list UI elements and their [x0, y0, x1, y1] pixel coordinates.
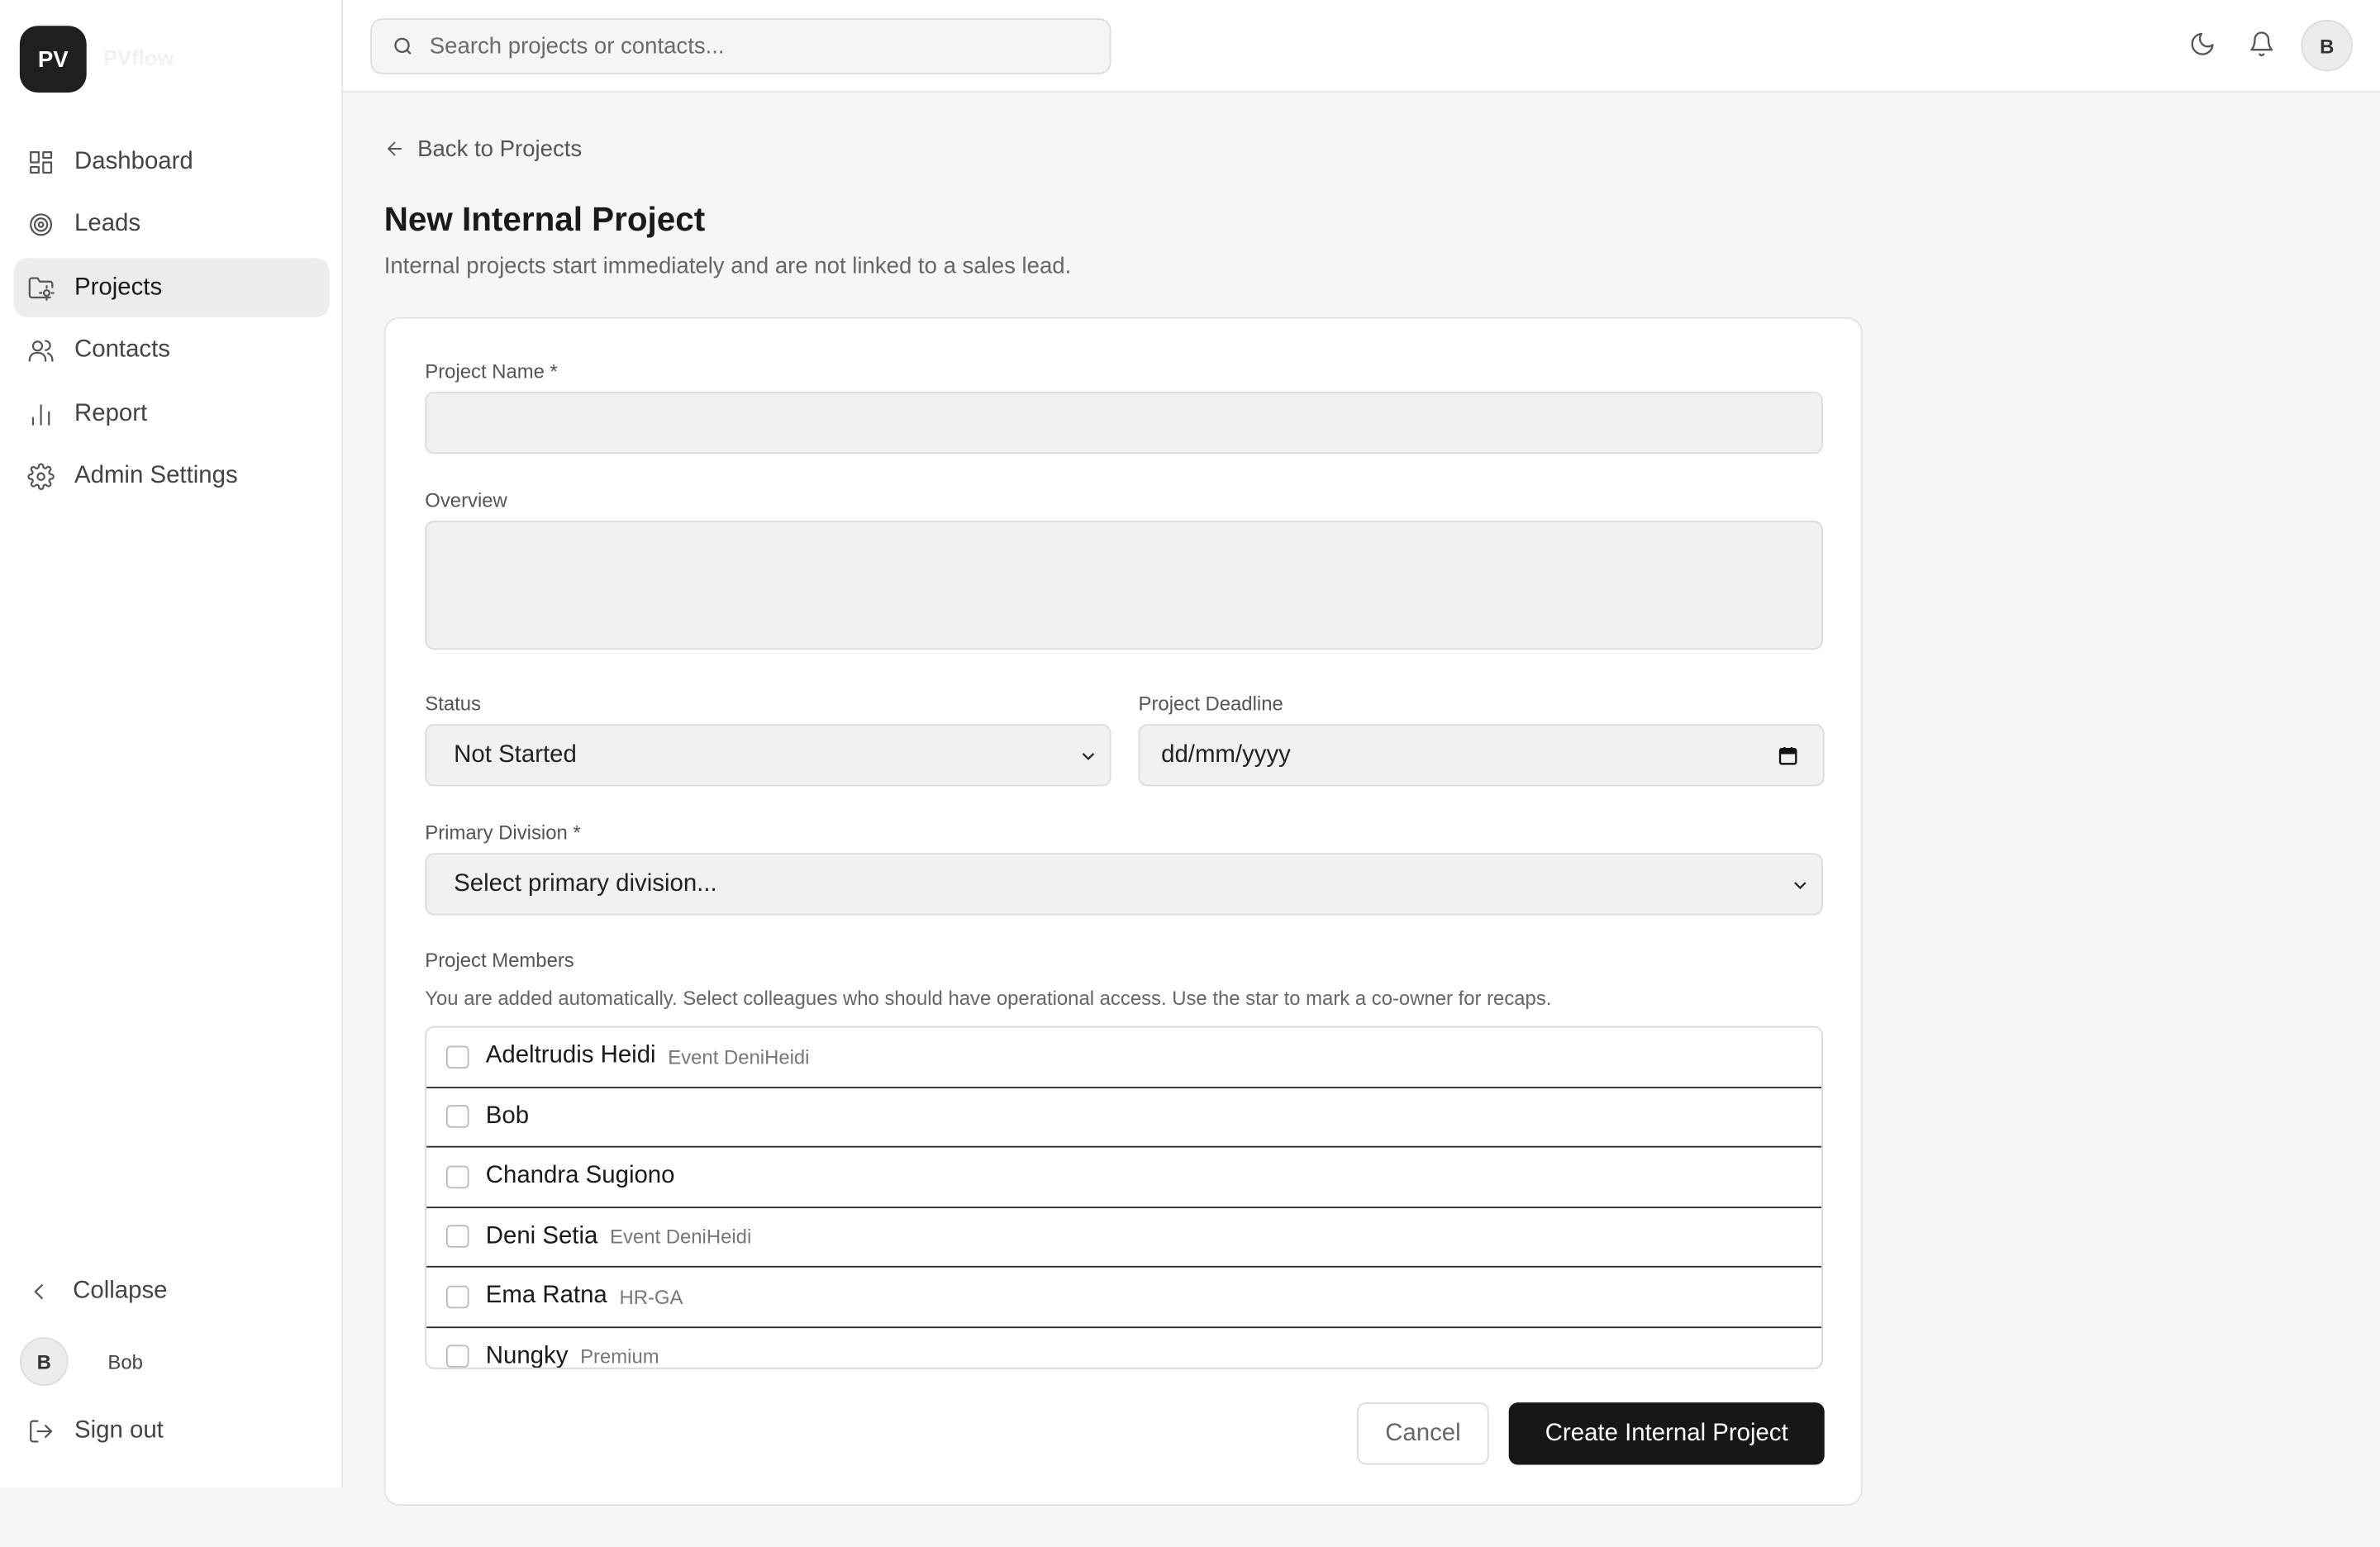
cancel-button[interactable]: Cancel	[1357, 1402, 1489, 1465]
back-to-projects-link[interactable]: Back to Projects	[384, 132, 582, 165]
sidebar-item-label: Leads	[74, 211, 141, 237]
users-icon	[28, 340, 54, 362]
member-row[interactable]: Ema Ratna HR-GA	[426, 1268, 1822, 1328]
member-division: HR-GA	[619, 1285, 683, 1308]
sidebar-nav: Dashboard Leads Projects Contacts Report…	[13, 132, 330, 510]
back-label: Back to Projects	[417, 136, 583, 162]
status-select[interactable]: Not Started	[425, 724, 1111, 787]
member-division: Premium	[580, 1345, 659, 1368]
member-checkbox[interactable]	[446, 1045, 469, 1069]
member-name: Adeltrudis Heidi	[485, 1043, 656, 1069]
status-label: Status	[425, 692, 481, 716]
member-name: Deni Setia	[485, 1222, 598, 1250]
bar-chart-icon	[31, 403, 50, 426]
member-row[interactable]: Adeltrudis Heidi Event DeniHeidi	[426, 1027, 1822, 1088]
sidebar-item-dashboard[interactable]: Dashboard	[14, 132, 330, 192]
sidebar-item-label: Contacts	[74, 336, 170, 363]
app-logo[interactable]: PV	[19, 26, 87, 93]
deadline-date-input[interactable]: dd/mm/yyyy	[1138, 724, 1825, 787]
dashboard-icon	[30, 150, 53, 174]
sign-out-button[interactable]: Sign out	[14, 1402, 344, 1460]
member-division: Event DeniHeidi	[668, 1045, 810, 1069]
member-checkbox[interactable]	[446, 1165, 469, 1188]
sign-out-label: Sign out	[74, 1417, 164, 1444]
arrow-left-icon	[388, 141, 402, 156]
sidebar-item-label: Admin Settings	[74, 463, 238, 489]
member-row[interactable]: Deni Setia Event DeniHeidi	[426, 1207, 1822, 1268]
page-title: New Internal Project	[383, 200, 706, 239]
target-icon	[30, 213, 53, 236]
user-avatar-button[interactable]: B	[2301, 19, 2353, 72]
deadline-label: Project Deadline	[1138, 692, 1283, 716]
member-name: Ema Ratna	[485, 1283, 607, 1309]
project-name-input[interactable]	[425, 391, 1823, 455]
members-label: Project Members	[425, 948, 574, 972]
log-out-icon	[30, 1420, 53, 1443]
page-subtitle: Internal projects start immediately and …	[383, 253, 1072, 279]
search-input[interactable]	[426, 31, 1110, 61]
chevron-down-icon	[1082, 752, 1095, 760]
member-checkbox[interactable]	[446, 1285, 469, 1308]
members-list[interactable]: Adeltrudis Heidi Event DeniHeidi Bob Cha…	[425, 1026, 1823, 1369]
member-row[interactable]: Chandra Sugiono	[426, 1148, 1822, 1208]
division-selected-value: Select primary division...	[454, 870, 717, 897]
member-checkbox[interactable]	[446, 1105, 469, 1129]
sidebar-item-label: Dashboard	[74, 148, 193, 174]
avatar: B	[19, 1337, 69, 1386]
sidebar-item-label: Projects	[74, 274, 163, 300]
overview-textarea[interactable]	[425, 521, 1823, 650]
user-name: Bob	[107, 1349, 143, 1373]
member-division: Event DeniHeidi	[610, 1225, 752, 1249]
sidebar-item-label: Report	[74, 399, 148, 426]
member-row[interactable]: Nungky Premium	[426, 1327, 1821, 1369]
member-name: Chandra Sugiono	[485, 1163, 675, 1189]
chevron-down-icon	[1794, 881, 1806, 889]
create-internal-project-button[interactable]: Create Internal Project	[1508, 1402, 1825, 1465]
collapse-button[interactable]: Collapse	[14, 1263, 344, 1321]
project-name-label: Project Name *	[425, 359, 558, 383]
member-checkbox[interactable]	[446, 1345, 469, 1368]
primary-division-select[interactable]: Select primary division...	[425, 853, 1823, 916]
search-icon	[394, 37, 412, 55]
moon-icon[interactable]	[2189, 31, 2216, 58]
sidebar-item-report[interactable]: Report	[14, 384, 330, 444]
sidebar: PV PVflow Dashboard Leads Projects Conta…	[0, 0, 344, 1488]
overview-label: Overview	[425, 488, 507, 512]
sidebar-item-leads[interactable]: Leads	[14, 195, 330, 255]
chevron-left-icon	[34, 1283, 44, 1300]
bell-icon[interactable]	[2248, 31, 2275, 58]
member-name: Nungky	[485, 1343, 569, 1369]
deadline-placeholder: dd/mm/yyyy	[1161, 741, 1291, 768]
top-bar: B	[343, 0, 2380, 93]
collapse-label: Collapse	[73, 1278, 168, 1304]
member-row[interactable]: Bob	[426, 1088, 1822, 1148]
folder-icon	[28, 276, 55, 300]
member-checkbox[interactable]	[446, 1225, 469, 1249]
sidebar-item-contacts[interactable]: Contacts	[14, 321, 330, 380]
sidebar-item-projects[interactable]: Projects	[13, 258, 330, 317]
new-project-form: Project Name * Overview Status Not Start…	[383, 317, 1863, 1507]
search-box[interactable]	[370, 18, 1111, 74]
division-label: Primary Division *	[425, 821, 581, 845]
status-selected-value: Not Started	[454, 741, 577, 768]
member-name: Bob	[485, 1102, 530, 1130]
calendar-icon[interactable]	[1778, 745, 1799, 766]
sidebar-item-admin-settings[interactable]: Admin Settings	[14, 447, 330, 507]
gear-icon	[27, 463, 55, 490]
members-help-text: You are added automatically. Select coll…	[425, 986, 1552, 1010]
app-name: PVflow	[102, 45, 174, 70]
current-user: B Bob	[14, 1335, 336, 1387]
